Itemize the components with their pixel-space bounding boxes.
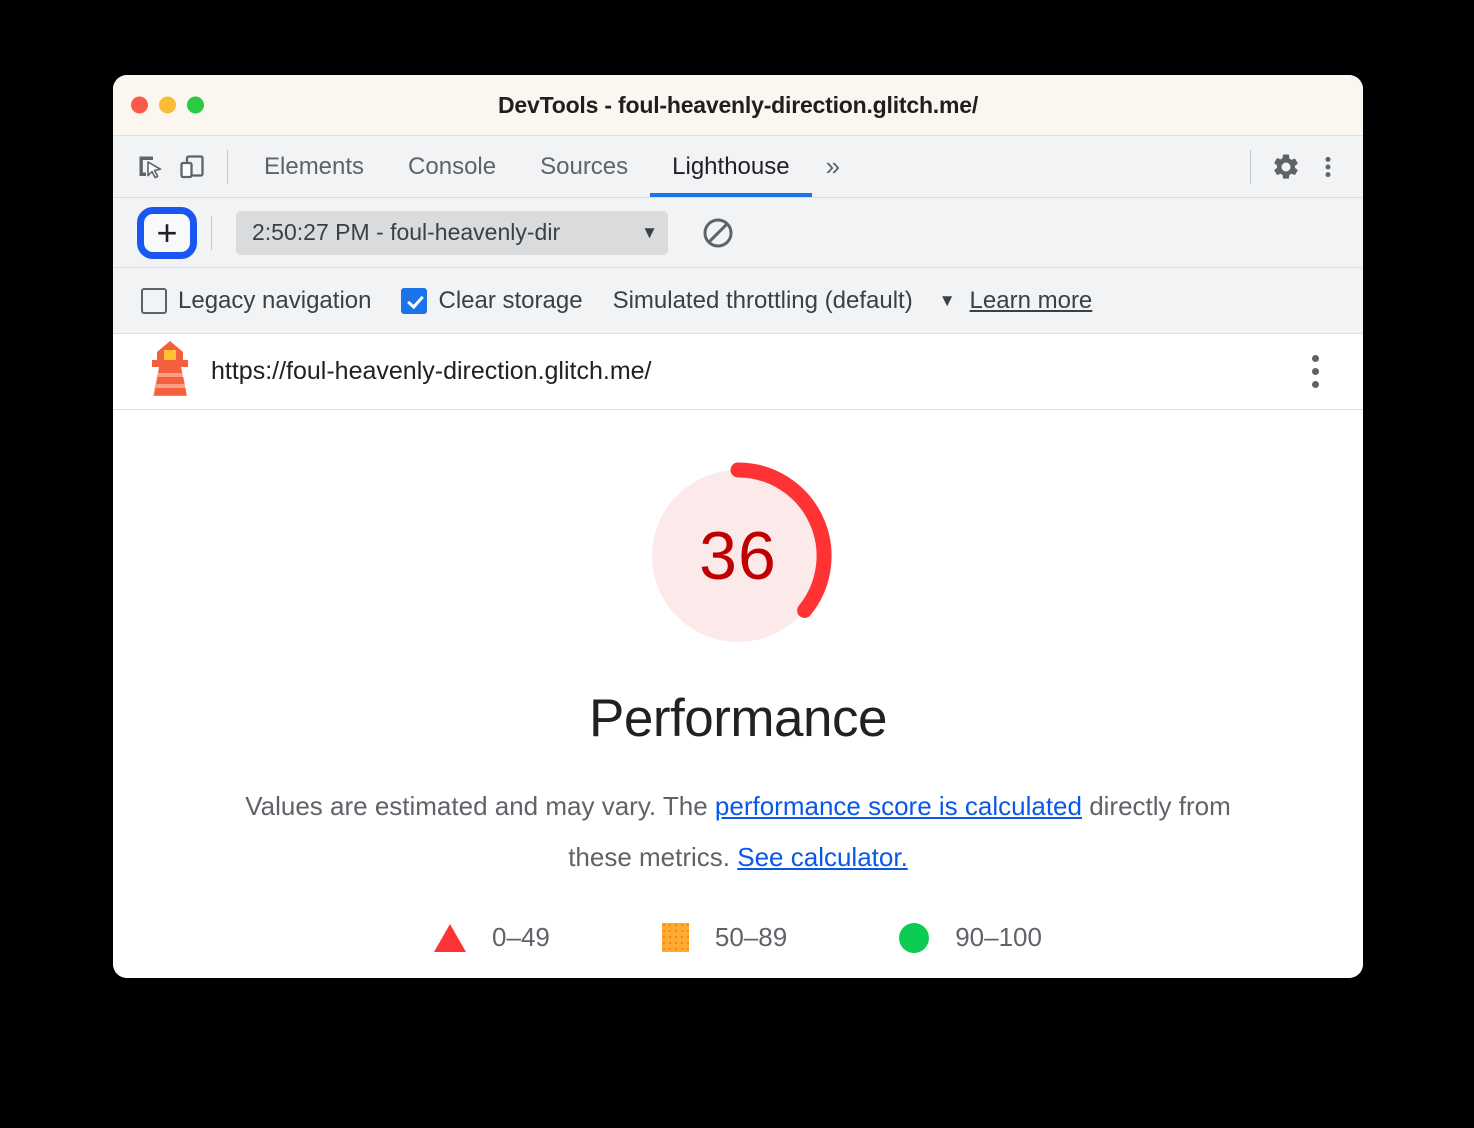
- device-toolbar-icon[interactable]: [171, 146, 213, 188]
- window-titlebar: DevTools - foul-heavenly-direction.glitc…: [113, 75, 1363, 136]
- devtools-tabbar: Elements Console Sources Lighthouse »: [113, 136, 1363, 198]
- devtools-overflow-menu-icon[interactable]: [1307, 146, 1349, 188]
- kebab-dot: [1311, 381, 1319, 388]
- tab-sources[interactable]: Sources: [518, 136, 650, 197]
- disclaimer-lead: Values are estimated and may vary. The: [245, 791, 715, 821]
- lh-toolbar-divider: [211, 215, 212, 250]
- legend-label-average: 50–89: [714, 922, 788, 953]
- kebab-dot: [1311, 368, 1319, 375]
- tabbar-right-group: [1236, 146, 1363, 188]
- report-url: https://foul-heavenly-direction.glitch.m…: [211, 357, 652, 385]
- maximize-window-button[interactable]: [187, 96, 204, 114]
- toolbar-divider: [227, 149, 228, 184]
- pass-circle-icon: [899, 922, 930, 953]
- window-title: DevTools - foul-heavenly-direction.glitc…: [497, 91, 979, 118]
- chevron-down-icon: ▼: [641, 222, 658, 242]
- minimize-window-button[interactable]: [159, 96, 176, 114]
- screenshot-root: DevTools - foul-heavenly-direction.glitc…: [0, 0, 1474, 1128]
- legend-item-pass: 90–100: [899, 922, 1042, 953]
- performance-score-gauge: 36: [638, 456, 838, 656]
- report-options-menu-icon[interactable]: [1295, 349, 1335, 395]
- legacy-navigation-checkbox[interactable]: Legacy navigation: [141, 287, 371, 315]
- clear-storage-checkbox[interactable]: Clear storage: [401, 286, 583, 315]
- kebab-dot: [1311, 355, 1319, 362]
- clear-storage-label: Clear storage: [438, 286, 583, 314]
- report-select-value: 2:50:27 PM - foul-heavenly-dir: [252, 219, 561, 245]
- report-body: 36 Performance Values are estimated and …: [113, 410, 1363, 978]
- performance-score-value: 36: [699, 518, 777, 594]
- throttling-select-value[interactable]: Simulated throttling (default): [613, 287, 913, 315]
- lighthouse-icon: [147, 339, 193, 404]
- tab-lighthouse[interactable]: Lighthouse: [650, 136, 813, 197]
- legacy-navigation-label: Legacy navigation: [178, 286, 372, 314]
- tab-console[interactable]: Console: [386, 136, 518, 197]
- plus-icon: +: [156, 211, 178, 253]
- throttling-chevron-down-icon[interactable]: ▼: [939, 291, 956, 311]
- legend-label-pass: 90–100: [955, 922, 1042, 953]
- clear-all-icon[interactable]: [696, 211, 740, 255]
- score-disclaimer: Values are estimated and may vary. The p…: [238, 781, 1238, 882]
- gear-icon[interactable]: [1265, 146, 1307, 188]
- clear-storage-checkbox-box: [401, 287, 428, 314]
- category-title: Performance: [589, 689, 887, 748]
- more-tabs-chevron-icon[interactable]: »: [812, 151, 854, 182]
- lighthouse-settings-row: Legacy navigation Clear storage Simulate…: [113, 268, 1363, 334]
- inspect-cursor-icon[interactable]: [129, 146, 171, 188]
- legend-item-average: 50–89: [661, 922, 788, 953]
- legend-label-fail: 0–49: [492, 922, 550, 953]
- close-window-button[interactable]: [131, 96, 148, 114]
- traffic-light-buttons: [131, 96, 204, 114]
- score-legend: 0–49 50–89 90–100: [434, 922, 1042, 953]
- report-url-row: https://foul-heavenly-direction.glitch.m…: [113, 334, 1363, 410]
- fail-triangle-icon: [434, 923, 467, 952]
- legacy-navigation-checkbox-box: [141, 287, 167, 314]
- legend-item-fail: 0–49: [434, 922, 550, 953]
- devtools-window: DevTools - foul-heavenly-direction.glitc…: [113, 75, 1363, 978]
- tab-elements[interactable]: Elements: [242, 136, 386, 197]
- performance-score-calculated-link[interactable]: performance score is calculated: [715, 791, 1082, 821]
- average-square-icon: [661, 923, 689, 953]
- learn-more-link[interactable]: Learn more: [970, 287, 1093, 315]
- report-select[interactable]: 2:50:27 PM - foul-heavenly-dir ▼: [236, 210, 668, 255]
- toolbar-divider-right: [1250, 149, 1251, 184]
- see-calculator-link[interactable]: See calculator.: [737, 842, 908, 872]
- lighthouse-toolbar: + 2:50:27 PM - foul-heavenly-dir ▼: [113, 198, 1363, 268]
- new-report-button[interactable]: +: [137, 206, 197, 259]
